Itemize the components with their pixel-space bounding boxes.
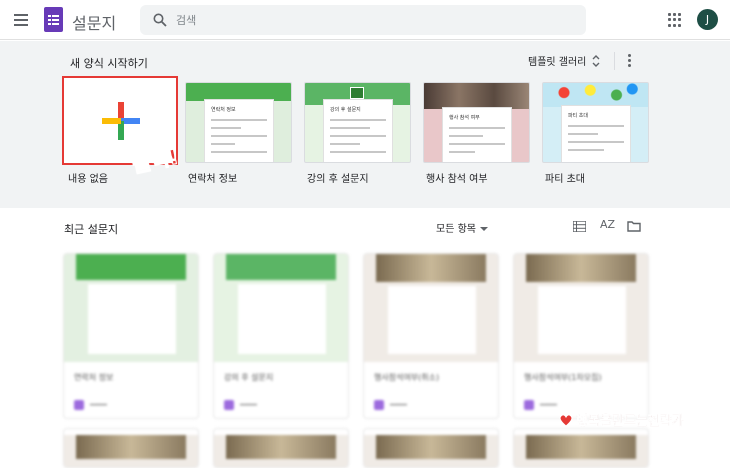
template-card-title: 파티 초대 [568,113,588,119]
watermark-text: 행복을만드는전략가 [576,414,684,430]
template-card-course-feedback[interactable]: 강의 후 설문지 [304,82,411,163]
folder-icon[interactable] [627,220,641,232]
forms-file-icon [524,400,534,410]
owner-filter-dropdown[interactable]: 모든 항목 [436,220,488,235]
forms-file-icon [74,400,84,410]
recent-form-card[interactable] [513,428,649,468]
template-label-blank[interactable]: 내용 없음 [68,170,108,185]
search-bar[interactable] [140,5,586,35]
recent-form-card[interactable] [63,428,199,468]
recent-form-title: 행사참석여부(1차모집) [524,373,602,382]
doc-meta: ━━━━ [74,400,107,410]
search-icon[interactable] [153,13,167,27]
doc-meta: ━━━━ [224,400,257,410]
doc-meta: ━━━━ [374,400,407,410]
app-title[interactable]: 설문지 [72,10,116,34]
recent-form-card[interactable] [363,428,499,468]
unfold-icon [592,54,600,67]
recent-form-title: 행사참석여부(취소) [374,373,440,382]
recent-forms-title: 최근 설문지 [64,223,119,236]
recent-form-card[interactable]: 행사참석여부(1차모집) ━━━━ [513,253,649,419]
template-card-party-invite[interactable]: 파티 초대 [542,82,649,163]
template-card-contact[interactable]: 연락처 정보 [185,82,292,163]
app-header: 설문지 J [0,0,730,40]
chevron-down-icon [479,227,488,231]
watermark: 행복을만드는전략가 [558,410,684,429]
account-avatar[interactable]: J [697,9,718,30]
forms-file-icon [224,400,234,410]
recent-form-card[interactable]: 행사참석여부(취소) ━━━━ [363,253,499,419]
search-input[interactable] [176,11,566,29]
template-gallery-button[interactable]: 템플릿 갤러리 [528,53,600,68]
forms-logo-icon[interactable] [44,7,63,32]
google-apps-icon[interactable] [668,13,682,27]
recent-form-card[interactable] [213,428,349,468]
list-view-icon[interactable] [573,221,586,232]
template-card-title: 연락처 정보 [211,107,236,113]
template-section-title: 새 양식 시작하기 [70,57,148,70]
recent-form-card[interactable]: 연락처 정보 ━━━━ [63,253,199,419]
template-card-rsvp[interactable]: 행사 참석 여부 [423,82,530,163]
recent-form-title: 연락처 정보 [74,373,114,382]
main-menu-icon[interactable] [12,12,30,28]
template-card-title: 강의 후 설문지 [330,107,361,113]
presenter-icon [350,87,364,99]
divider [614,52,615,70]
template-label-party-invite[interactable]: 파티 초대 [545,170,585,185]
more-options-icon[interactable] [628,54,632,68]
sort-az-icon[interactable]: AZ [600,218,615,231]
template-label-course-feedback[interactable]: 강의 후 설문지 [307,170,369,185]
recent-form-title: 강의 후 설문지 [224,373,274,382]
template-card-title: 행사 참석 여부 [449,115,480,121]
template-label-rsvp[interactable]: 행사 참석 여부 [426,170,488,185]
heart-icon [559,413,573,427]
plus-icon [102,102,140,140]
template-gallery-label: 템플릿 갤러리 [528,57,587,68]
owner-filter-label: 모든 항목 [436,224,476,235]
recent-form-card[interactable]: 강의 후 설문지 ━━━━ [213,253,349,419]
template-section: 새 양식 시작하기 템플릿 갤러리 내용 없음 클릭! 연락처 정보 연락처 정… [0,41,730,208]
forms-file-icon [374,400,384,410]
doc-meta: ━━━━ [524,400,557,410]
template-label-contact[interactable]: 연락처 정보 [188,170,237,185]
